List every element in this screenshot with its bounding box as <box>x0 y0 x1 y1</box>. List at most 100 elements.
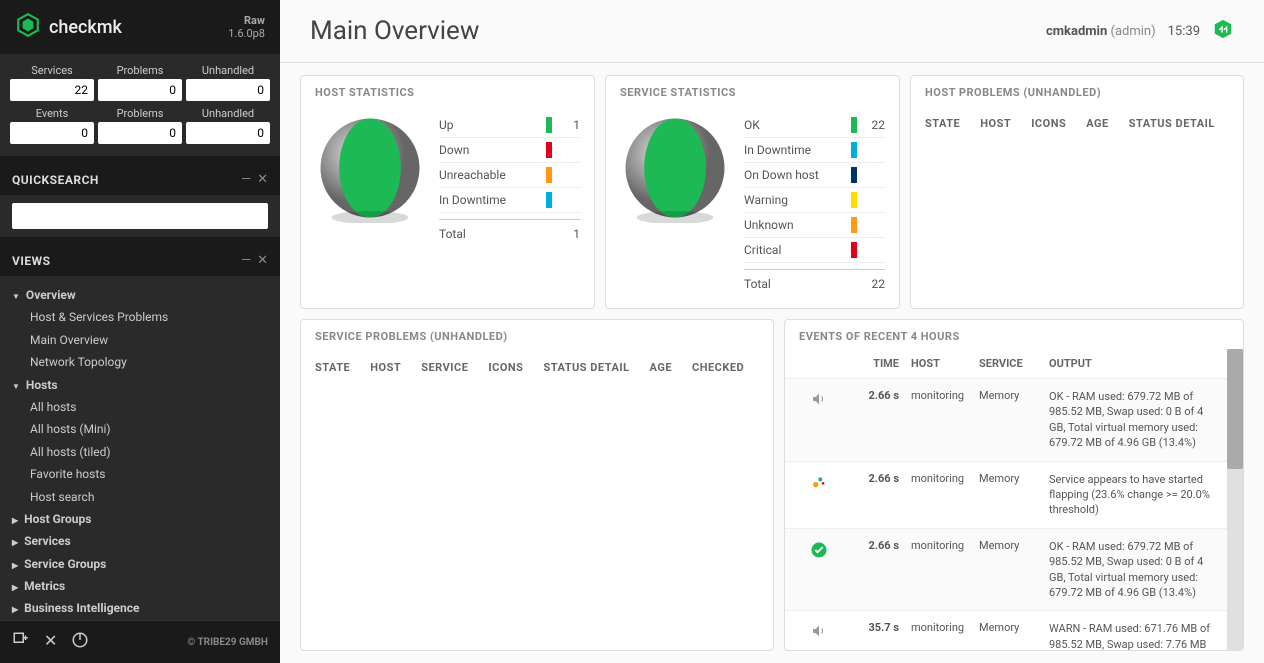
stat-row[interactable]: On Down host <box>744 163 885 188</box>
stat-color-bar <box>546 117 552 133</box>
minimize-icon[interactable]: — <box>241 253 251 268</box>
tree-item[interactable]: Service Groups <box>12 553 268 575</box>
tree-item[interactable]: Favorite hosts <box>12 463 268 485</box>
logout-icon[interactable] <box>71 631 89 653</box>
events-table: TIME HOST SERVICE OUTPUT 2.66 s monitori… <box>785 349 1227 650</box>
minimize-icon[interactable]: — <box>241 172 251 187</box>
close-icon[interactable]: ✕ <box>257 253 268 268</box>
col-header[interactable]: STATE <box>315 361 350 374</box>
tac-label: Problems <box>98 105 182 122</box>
tree-item[interactable]: Host Groups <box>12 508 268 530</box>
dashboard: HOST STATISTICS Up1DownUnreachableIn Dow… <box>280 63 1264 663</box>
tac-services-count[interactable]: 22 <box>10 79 94 101</box>
stat-row[interactable]: Unknown <box>744 213 885 238</box>
col-header[interactable]: STATUS DETAIL <box>543 361 629 374</box>
col-header[interactable]: ICONS <box>1031 117 1066 130</box>
stat-row[interactable]: In Downtime <box>744 138 885 163</box>
speaker-icon <box>799 621 839 639</box>
col-header[interactable]: SERVICE <box>421 361 468 374</box>
stat-label: Down <box>439 143 538 157</box>
user-area: cmkadmin (admin) 15:39 <box>1046 18 1234 44</box>
tree-item[interactable]: Main Overview <box>12 329 268 351</box>
sidebar-footer: ✕ © TRIBE29 GMBH <box>0 620 280 663</box>
event-output: WARN - RAM used: 671.76 MB of 985.52 MB,… <box>1049 621 1213 650</box>
user-role: (admin) <box>1111 24 1156 39</box>
tac-events-count[interactable]: 0 <box>10 122 94 144</box>
stat-row[interactable]: Critical <box>744 238 885 263</box>
stat-color-bar <box>851 217 857 233</box>
col-header[interactable]: OUTPUT <box>1049 357 1213 370</box>
tree-item[interactable]: All hosts (tiled) <box>12 441 268 463</box>
stat-color-bar <box>851 117 857 133</box>
tree-item[interactable]: Services <box>12 530 268 552</box>
col-header[interactable]: HOST <box>980 117 1011 130</box>
event-row[interactable]: 2.66 s monitoring Memory OK - RAM used: … <box>785 529 1227 612</box>
clock: 15:39 <box>1168 24 1200 39</box>
event-row[interactable]: 35.7 s monitoring Memory WARN - RAM used… <box>785 611 1227 650</box>
header-logo-icon[interactable] <box>1212 18 1234 44</box>
tac-unhandled-count[interactable]: 0 <box>186 79 270 101</box>
event-service[interactable]: Memory <box>979 472 1049 485</box>
event-service[interactable]: Memory <box>979 389 1049 402</box>
col-header[interactable]: ICONS <box>488 361 523 374</box>
col-header[interactable]: AGE <box>1086 117 1108 130</box>
quicksearch-title: QUICKSEARCH <box>12 173 99 187</box>
stat-color-bar <box>851 192 857 208</box>
tree-item[interactable]: Host & Services Problems <box>12 306 268 328</box>
event-host[interactable]: monitoring <box>899 621 979 634</box>
tree-item[interactable]: Network Topology <box>12 351 268 373</box>
col-header[interactable]: AGE <box>650 361 672 374</box>
col-header[interactable]: STATE <box>925 117 960 130</box>
tac-event-problems-count[interactable]: 0 <box>98 122 182 144</box>
event-service[interactable]: Memory <box>979 621 1049 634</box>
col-header[interactable]: CHECKED <box>692 361 744 374</box>
stat-label: Total <box>744 277 843 291</box>
event-row[interactable]: 2.66 s monitoring Memory OK - RAM used: … <box>785 379 1227 462</box>
event-host[interactable]: monitoring <box>899 389 979 402</box>
event-host[interactable]: monitoring <box>899 472 979 485</box>
views-tree: Overview Host & Services Problems Main O… <box>12 284 268 620</box>
stat-row[interactable]: Down <box>439 138 580 163</box>
stat-row[interactable]: OK22 <box>744 113 885 138</box>
stat-total-row: Total1 <box>439 219 580 246</box>
close-icon[interactable]: ✕ <box>257 172 268 187</box>
stat-label: Unknown <box>744 218 843 232</box>
close-sidebar-icon[interactable]: ✕ <box>44 631 57 653</box>
tree-hosts[interactable]: Hosts <box>12 374 268 396</box>
stat-label: Total <box>439 227 538 241</box>
event-row[interactable]: 2.66 s monitoring Memory Service appears… <box>785 462 1227 529</box>
tree-item[interactable]: Host search <box>12 486 268 508</box>
stat-row[interactable]: Up1 <box>439 113 580 138</box>
stat-label: In Downtime <box>439 193 538 207</box>
stat-row[interactable]: Warning <box>744 188 885 213</box>
event-service[interactable]: Memory <box>979 539 1049 552</box>
scrollbar[interactable] <box>1227 349 1243 650</box>
stat-row[interactable]: Unreachable <box>439 163 580 188</box>
tac-problems-count[interactable]: 0 <box>98 79 182 101</box>
event-time: 2.66 s <box>839 389 899 402</box>
scrollbar-thumb[interactable] <box>1227 349 1243 469</box>
tree-item[interactable]: Business Intelligence <box>12 597 268 619</box>
event-host[interactable]: monitoring <box>899 539 979 552</box>
stat-row[interactable]: In Downtime <box>439 188 580 213</box>
version-info: Raw 1.6.0p8 <box>228 14 265 40</box>
tree-item[interactable]: Metrics <box>12 575 268 597</box>
user-name[interactable]: cmkadmin <box>1046 24 1107 39</box>
stat-color-bar <box>851 242 857 258</box>
tac-event-unhandled-count[interactable]: 0 <box>186 122 270 144</box>
event-time: 2.66 s <box>839 539 899 552</box>
event-output: OK - RAM used: 679.72 MB of 985.52 MB, S… <box>1049 389 1213 451</box>
tree-item[interactable]: All hosts <box>12 396 268 418</box>
logo-area: checkmk Raw 1.6.0p8 <box>0 0 280 54</box>
col-header[interactable]: SERVICE <box>979 357 1049 370</box>
service-stats-table: OK22In DowntimeOn Down hostWarning Unknow… <box>744 113 885 296</box>
col-header[interactable]: STATUS DETAIL <box>1129 117 1215 130</box>
col-header[interactable]: HOST <box>370 361 401 374</box>
add-snapin-icon[interactable] <box>12 631 30 653</box>
tree-item[interactable]: All hosts (Mini) <box>12 418 268 440</box>
tree-overview[interactable]: Overview <box>12 284 268 306</box>
col-header[interactable]: HOST <box>899 357 979 370</box>
logo[interactable]: checkmk <box>15 12 122 42</box>
quicksearch-input[interactable] <box>12 203 268 229</box>
col-header[interactable]: TIME <box>839 357 899 370</box>
